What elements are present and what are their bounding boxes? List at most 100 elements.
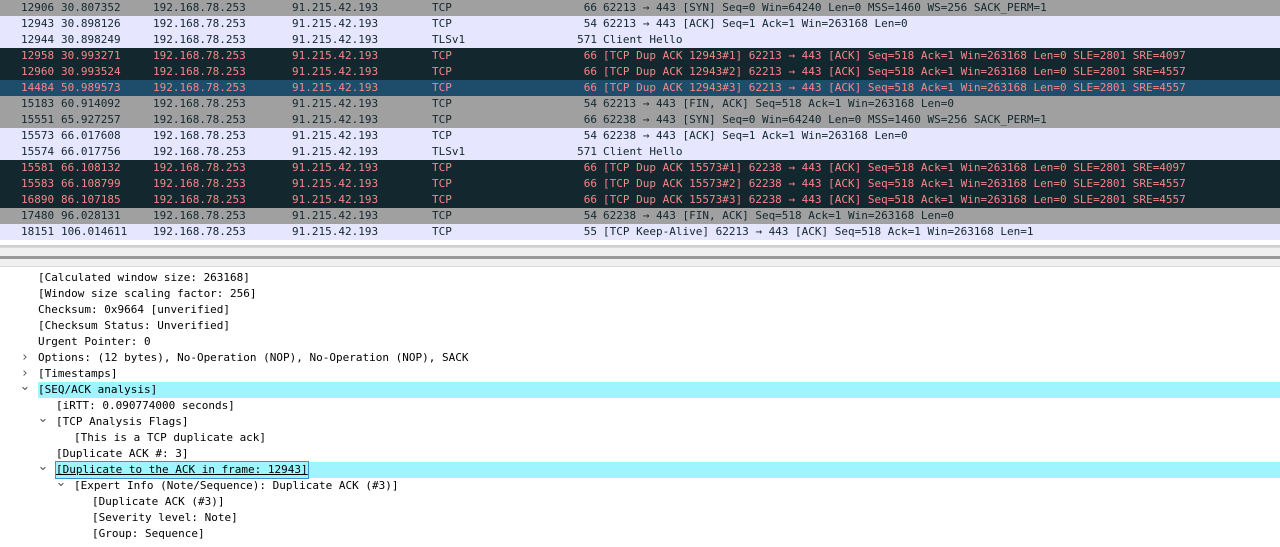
packet-time-cell: 30.993524 <box>61 65 121 78</box>
tree-item[interactable]: ⌄ [TCP Analysis Flags] <box>0 412 1280 430</box>
packet-info-cell: 62238 → 443 [ACK] Seq=1 Ack=1 Win=263168… <box>603 129 908 142</box>
tree-item[interactable]: › [Timestamps] <box>0 366 1280 382</box>
packet-row[interactable]: 15574 66.017756 192.168.78.253 91.215.42.19… <box>0 144 1280 160</box>
packet-src-cell: 192.168.78.253 <box>153 17 246 30</box>
packet-row[interactable]: 18151 106.014611 192.168.78.253 91.215.42.1… <box>0 224 1280 240</box>
packet-src-cell: 192.168.78.253 <box>153 145 246 158</box>
packet-proto-cell: TCP <box>432 129 452 142</box>
tree-item-label: [Group: Sequence] <box>92 527 205 540</box>
packet-time-cell: 30.807352 <box>61 1 121 14</box>
packet-no-cell: 16890 <box>21 193 55 206</box>
packet-info-cell: Client Hello <box>603 145 683 158</box>
packet-no-cell: 12960 <box>21 65 55 78</box>
tree-item-label: Options: (12 bytes), No-Operation (NOP),… <box>38 351 469 364</box>
packet-len-cell: 66 <box>583 1 597 14</box>
tree-item[interactable]: [Duplicate ACK (#3)] <box>0 494 1280 510</box>
chevron-down-icon[interactable]: ⌄ <box>55 476 67 494</box>
tree-item[interactable]: Urgent Pointer: 0 <box>0 334 1280 350</box>
packet-len-cell: 571 <box>577 145 597 158</box>
packet-no-cell: 14484 <box>21 81 55 94</box>
chevron-right-icon[interactable]: › <box>19 350 31 366</box>
packet-row[interactable]: 15583 66.108799 192.168.78.253 91.215.42.19… <box>0 176 1280 192</box>
splitter-grip[interactable] <box>0 256 1280 259</box>
packet-no-cell: 12943 <box>21 17 55 30</box>
tree-item[interactable]: ⌄ [SEQ/ACK analysis] <box>0 380 1280 398</box>
tree-item[interactable]: › Options: (12 bytes), No-Operation (NOP)… <box>0 350 1280 366</box>
packet-row[interactable]: 16890 86.107185 192.168.78.253 91.215.42.19… <box>0 192 1280 208</box>
tree-item[interactable]: [Group: Sequence] <box>0 526 1280 542</box>
tree-item[interactable]: [Severity level: Note] <box>0 510 1280 526</box>
packet-src-cell: 192.168.78.253 <box>153 33 246 46</box>
packet-dst-cell: 91.215.42.193 <box>292 161 379 174</box>
chevron-down-icon[interactable]: ⌄ <box>19 380 31 398</box>
packet-row[interactable]: 12958 30.993271 192.168.78.253 91.215.42.19… <box>0 48 1280 64</box>
packet-row[interactable]: 17480 96.028131 192.168.78.253 91.215.42.19… <box>0 208 1280 224</box>
packet-dst-cell: 91.215.42.193 <box>292 113 379 126</box>
packet-info-cell: 62213 → 443 [SYN] Seq=0 Win=64240 Len=0 … <box>603 1 1047 14</box>
packet-no-cell: 12906 <box>21 1 55 14</box>
packet-info-cell: [TCP Dup ACK 12943#3] 62213 → 443 [ACK] … <box>603 81 1186 94</box>
packet-proto-cell: TCP <box>432 1 452 14</box>
tree-item-label: [Calculated window size: 263168] <box>38 271 250 284</box>
tree-item[interactable]: [iRTT: 0.090774000 seconds] <box>0 398 1280 414</box>
packet-row[interactable]: 15581 66.108132 192.168.78.253 91.215.42.19… <box>0 160 1280 176</box>
packet-dst-cell: 91.215.42.193 <box>292 33 379 46</box>
tree-item-label: [Duplicate ACK #: 3] <box>56 447 189 460</box>
packet-list[interactable]: 12906 30.807352 192.168.78.253 91.215.42.19… <box>0 0 1280 247</box>
packet-proto-cell: TLSv1 <box>432 33 466 46</box>
packet-len-cell: 571 <box>577 33 597 46</box>
packet-dst-cell: 91.215.42.193 <box>292 17 379 30</box>
packet-row[interactable]: 12906 30.807352 192.168.78.253 91.215.42.19… <box>0 0 1280 16</box>
packet-dst-cell: 91.215.42.193 <box>292 129 379 142</box>
packet-len-cell: 55 <box>583 225 597 238</box>
packet-no-cell: 18151 <box>21 225 55 238</box>
packet-row[interactable]: 15573 66.017608 192.168.78.253 91.215.42.19… <box>0 128 1280 144</box>
packet-src-cell: 192.168.78.253 <box>153 65 246 78</box>
packet-dst-cell: 91.215.42.193 <box>292 81 379 94</box>
packet-len-cell: 54 <box>583 129 597 142</box>
packet-details-tree[interactable]: [Calculated window size: 263168] [Window … <box>0 270 1280 547</box>
packet-proto-cell: TCP <box>432 177 452 190</box>
packet-row[interactable]: 15551 65.927257 192.168.78.253 91.215.42.19… <box>0 112 1280 128</box>
packet-time-cell: 65.927257 <box>61 113 121 126</box>
packet-src-cell: 192.168.78.253 <box>153 209 246 222</box>
packet-row[interactable]: 12960 30.993524 192.168.78.253 91.215.42.19… <box>0 64 1280 80</box>
tree-item[interactable]: ⌄ [Duplicate to the ACK in frame: 12943] <box>0 460 1280 479</box>
tree-item-label: [Window size scaling factor: 256] <box>38 287 257 300</box>
packet-row[interactable]: 14484 50.989573 192.168.78.253 91.215.42.19… <box>0 80 1280 96</box>
packet-row[interactable]: 12944 30.898249 192.168.78.253 91.215.42.19… <box>0 32 1280 48</box>
packet-info-cell: 62213 → 443 [FIN, ACK] Seq=518 Ack=1 Win… <box>603 97 954 110</box>
chevron-down-icon[interactable]: ⌄ <box>37 412 49 430</box>
tree-item[interactable]: ⌄ [Expert Info (Note/Sequence): Duplicate… <box>0 476 1280 494</box>
packet-dst-cell: 91.215.42.193 <box>292 193 379 206</box>
packet-time-cell: 66.017608 <box>61 129 121 142</box>
pane-splitter[interactable] <box>0 247 1280 267</box>
packet-len-cell: 66 <box>583 193 597 206</box>
packet-src-cell: 192.168.78.253 <box>153 177 246 190</box>
packet-proto-cell: TCP <box>432 209 452 222</box>
packet-info-cell: 62238 → 443 [SYN] Seq=0 Win=64240 Len=0 … <box>603 113 1047 126</box>
packet-time-cell: 106.014611 <box>61 225 128 238</box>
tree-item[interactable]: [Checksum Status: Unverified] <box>0 318 1280 334</box>
packet-no-cell: 15573 <box>21 129 55 142</box>
packet-dst-cell: 91.215.42.193 <box>292 145 379 158</box>
tree-item-label: [Timestamps] <box>38 367 118 380</box>
packet-info-cell: Client Hello <box>603 33 683 46</box>
tree-item[interactable]: [Window size scaling factor: 256] <box>0 286 1280 302</box>
packet-time-cell: 96.028131 <box>61 209 121 222</box>
tree-item[interactable]: [This is a TCP duplicate ack] <box>0 430 1280 446</box>
packet-dst-cell: 91.215.42.193 <box>292 97 379 110</box>
tree-item-label: [Severity level: Note] <box>92 511 238 524</box>
packet-row[interactable]: 15183 60.914092 192.168.78.253 91.215.42.19… <box>0 96 1280 112</box>
packet-no-cell: 12958 <box>21 49 55 62</box>
tree-item[interactable]: Checksum: 0x9664 [unverified] <box>0 302 1280 318</box>
tree-item[interactable]: [Duplicate ACK #: 3] <box>0 446 1280 462</box>
packet-len-cell: 66 <box>583 81 597 94</box>
chevron-down-icon[interactable]: ⌄ <box>37 460 49 478</box>
packet-dst-cell: 91.215.42.193 <box>292 49 379 62</box>
tree-item-label: Checksum: 0x9664 [unverified] <box>38 303 231 316</box>
packet-info-cell: [TCP Dup ACK 15573#1] 62238 → 443 [ACK] … <box>603 161 1186 174</box>
tree-item[interactable]: [Calculated window size: 263168] <box>0 270 1280 286</box>
tree-item-label: Urgent Pointer: 0 <box>38 335 151 348</box>
packet-row[interactable]: 12943 30.898126 192.168.78.253 91.215.42.19… <box>0 16 1280 32</box>
